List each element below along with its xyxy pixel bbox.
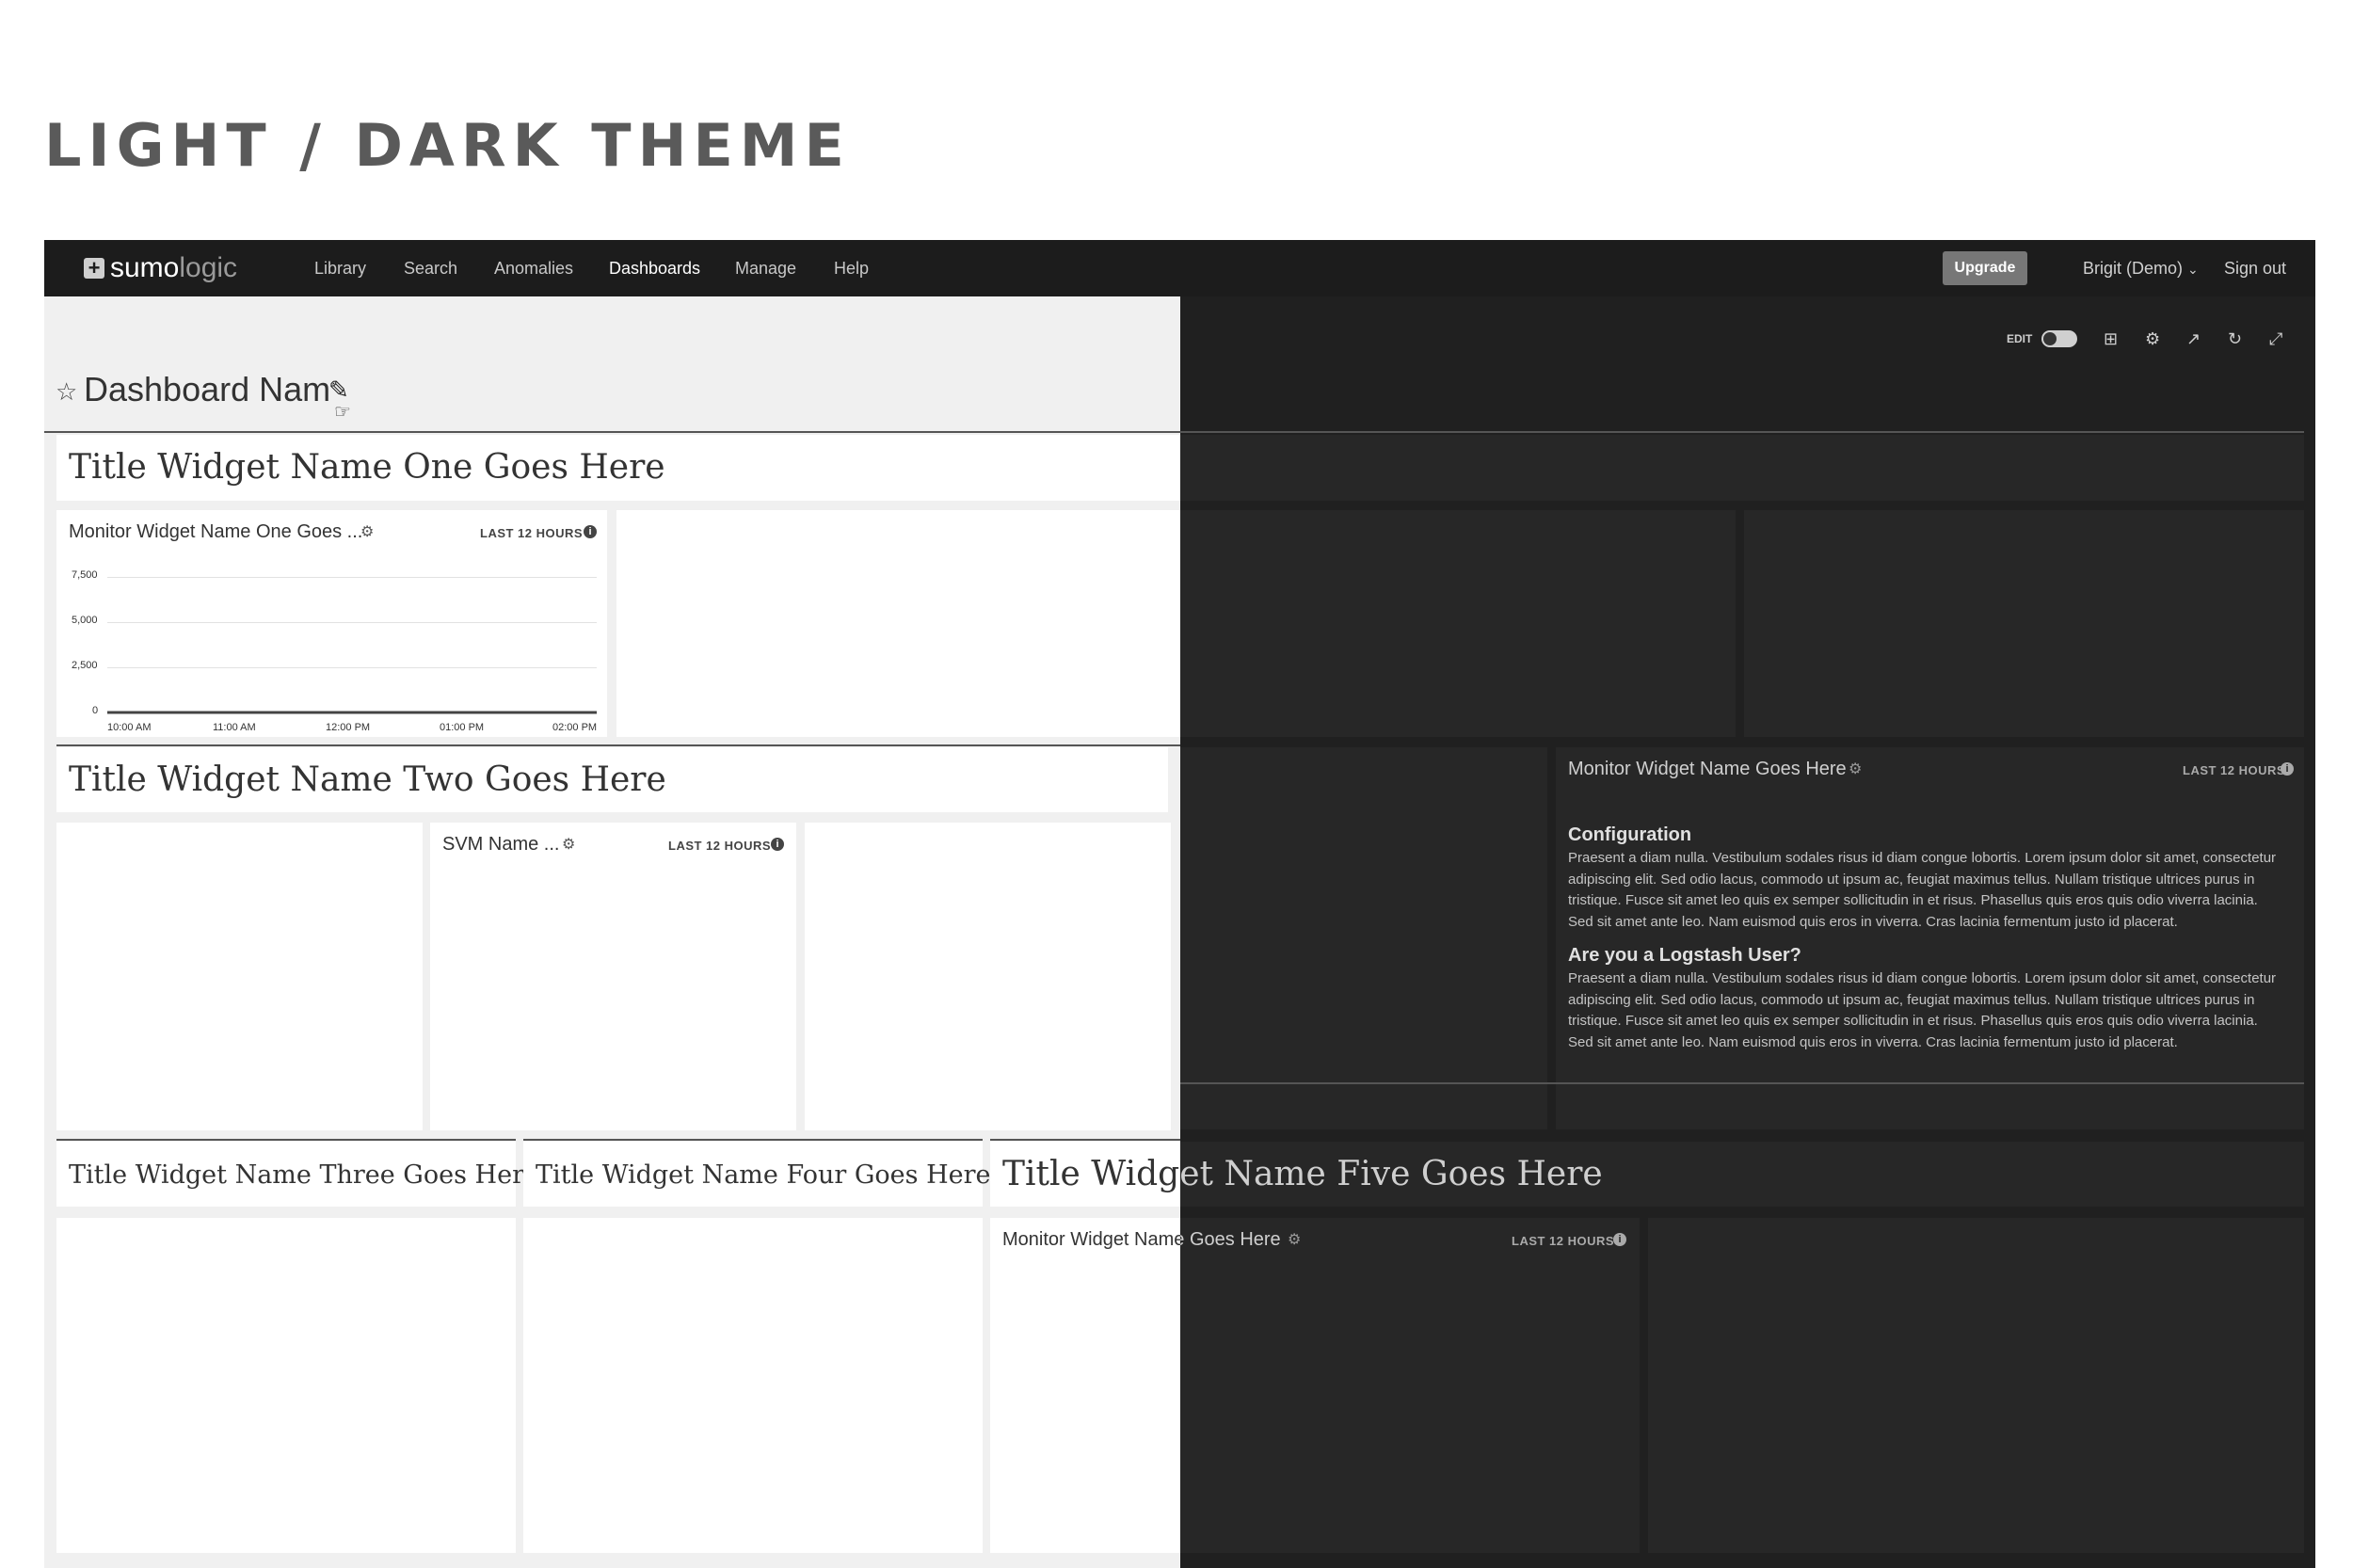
title-widget-three[interactable]: Title Widget Name Three Goes Here: [56, 1142, 539, 1207]
logo-plus-icon: +: [84, 258, 104, 279]
sumologic-logo[interactable]: + sumo logic: [84, 252, 238, 283]
upgrade-button[interactable]: Upgrade: [1943, 251, 2027, 285]
y-tick-label: 0: [92, 705, 99, 716]
nav-help[interactable]: Help: [834, 240, 869, 296]
divider: [1180, 1082, 2304, 1084]
divider: [990, 1139, 1180, 1141]
time-range-label: LAST 12 HOURS: [668, 839, 772, 853]
logstash-heading: Are you a Logstash User?: [1568, 945, 1801, 966]
favorite-star-icon[interactable]: ☆: [56, 377, 77, 407]
title-widget-one[interactable]: Title Widget Name One Goes Here: [56, 435, 1180, 501]
monitor-bottom-title: Monitor Widget Name Goes Here: [1180, 1229, 1281, 1250]
time-range-label: LAST 12 HOURS: [480, 526, 584, 540]
empty-widget[interactable]: [1180, 510, 1736, 737]
configuration-heading: Configuration: [1568, 824, 1692, 845]
divider: [523, 1139, 983, 1141]
divider: [56, 744, 1180, 746]
page-heading: LIGHT / DARK THEME: [44, 111, 851, 180]
gear-icon[interactable]: ⚙: [2145, 329, 2160, 349]
title-widget-five: Title Widget Name Five Goes Here Title W…: [990, 1142, 2304, 1207]
empty-widget[interactable]: [1648, 1218, 2304, 1553]
info-icon[interactable]: i: [2281, 762, 2294, 776]
top-navbar: + sumo logic Library Search Anomalies Das…: [44, 240, 2315, 296]
refresh-icon[interactable]: ↻: [2228, 329, 2242, 349]
empty-widget[interactable]: [1180, 747, 1547, 1129]
title-widget-one-label: Title Widget Name One Goes Here: [69, 448, 665, 487]
monitor-bottom-dark[interactable]: [1180, 1218, 1640, 1553]
y-tick-label: 2,500: [72, 660, 98, 671]
logo-text-logic: logic: [179, 252, 238, 283]
gear-icon[interactable]: ⚙: [1288, 1230, 1301, 1249]
title-widget-three-label: Title Widget Name Three Goes Here: [69, 1160, 539, 1190]
title-widget-five-label: Title Widget Name Five Goes Here: [1002, 1155, 1180, 1193]
configuration-text: Praesent a diam nulla. Vestibulum sodale…: [1568, 850, 2277, 930]
divider: [44, 431, 1180, 433]
x-tick-label: 12:00 PM: [326, 722, 371, 733]
nav-manage[interactable]: Manage: [735, 240, 796, 296]
divider: [56, 1139, 516, 1141]
empty-widget[interactable]: [56, 823, 423, 1130]
monitor-widget-one[interactable]: Monitor Widget Name One Goes ... ⚙ LAST …: [56, 510, 607, 737]
monitor-widget-one-title: Monitor Widget Name One Goes ...: [69, 521, 363, 542]
info-icon[interactable]: i: [1613, 1233, 1626, 1246]
monitor-config-title: Monitor Widget Name Goes Here: [1568, 759, 1847, 779]
dashboard-name[interactable]: Dashboard Nam: [84, 370, 330, 409]
divider: [1180, 431, 2304, 433]
time-range-label: LAST 12 HOURS: [1512, 1234, 1615, 1248]
monitor-bottom-header: Monitor Widget Name Goes Here Monitor Wi…: [990, 1218, 1640, 1265]
line-chart: [107, 711, 597, 714]
info-icon[interactable]: i: [584, 525, 597, 538]
chevron-down-icon: ⌄: [2187, 262, 2199, 277]
empty-widget[interactable]: [805, 823, 1171, 1130]
empty-widget[interactable]: [523, 1218, 983, 1553]
edit-toggle-label: EDIT: [2007, 332, 2033, 345]
y-tick-label: 5,000: [72, 615, 98, 626]
hand-cursor-icon: ☞: [334, 402, 351, 423]
expand-icon[interactable]: ⤢: [2269, 329, 2282, 349]
logstash-text: Praesent a diam nulla. Vestibulum sodale…: [1568, 970, 2277, 1050]
x-tick-label: 10:00 AM: [107, 722, 152, 733]
empty-widget[interactable]: [1744, 510, 2304, 737]
user-menu-label: Brigit (Demo): [2083, 259, 2184, 278]
monitor-bottom-light-clip: Monitor Widget Name Goes Here: [990, 1218, 1180, 1265]
title-widget-four-label: Title Widget Name Four Goes Here: [536, 1160, 991, 1190]
title-widget-two[interactable]: Title Widget Name Two Goes Here: [56, 747, 1168, 812]
title-widget-two-label: Title Widget Name Two Goes Here: [69, 760, 666, 799]
nav-anomalies[interactable]: Anomalies: [494, 240, 573, 296]
title-five-light-clip: Title Widget Name Five Goes Here: [990, 1142, 1180, 1207]
gear-icon[interactable]: ⚙: [1849, 760, 1862, 778]
sign-out-link[interactable]: Sign out: [2224, 240, 2286, 296]
nav-library[interactable]: Library: [314, 240, 366, 296]
monitor-bottom-title: Monitor Widget Name Goes Here: [1002, 1229, 1180, 1250]
user-menu[interactable]: Brigit (Demo) ⌄: [2083, 240, 2199, 296]
time-range-label: LAST 12 HOURS: [2183, 763, 2286, 777]
gear-icon[interactable]: ⚙: [562, 835, 575, 854]
title-widget-five-label: Title Widget Name Five Goes Here: [1180, 1155, 1603, 1193]
share-icon[interactable]: ↗: [2186, 329, 2201, 349]
monitor-config-widget[interactable]: Monitor Widget Name Goes Here ⚙ LAST 12 …: [1556, 747, 2304, 1129]
gear-icon[interactable]: ⚙: [360, 522, 374, 541]
svm-widget-title: SVM Name ...: [442, 834, 560, 855]
nav-dashboards[interactable]: Dashboards: [609, 240, 700, 296]
info-icon[interactable]: i: [771, 838, 784, 851]
grid-icon[interactable]: ⊞: [2104, 329, 2118, 349]
x-tick-label: 02:00 PM: [552, 722, 598, 733]
edit-toggle-knob: [2043, 332, 2057, 345]
app-window: + sumo logic Library Search Anomalies Das…: [44, 240, 2315, 1568]
svm-widget[interactable]: SVM Name ... ⚙ LAST 12 HOURS i: [430, 823, 796, 1130]
empty-widget[interactable]: [616, 510, 1180, 737]
logo-text-sumo: sumo: [110, 252, 180, 283]
title-widget-one-dark[interactable]: [1180, 435, 2304, 501]
empty-widget[interactable]: [56, 1218, 516, 1553]
title-widget-four[interactable]: Title Widget Name Four Goes Here: [523, 1142, 991, 1207]
x-tick-label: 01:00 PM: [440, 722, 485, 733]
title-five-dark-clip: Title Widget Name Five Goes Here: [1180, 1142, 2304, 1207]
monitor-bottom-light[interactable]: [990, 1218, 1180, 1553]
nav-search[interactable]: Search: [404, 240, 457, 296]
x-tick-label: 11:00 AM: [213, 722, 256, 733]
y-tick-label: 7,500: [72, 569, 98, 581]
